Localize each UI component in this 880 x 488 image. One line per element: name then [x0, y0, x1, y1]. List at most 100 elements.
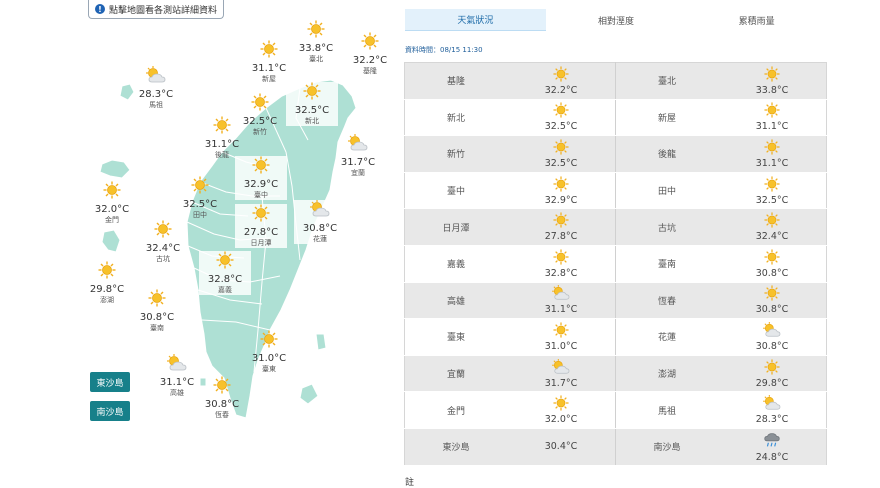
station-value: 32.8°C	[507, 245, 616, 283]
station-temp: 32.9°C	[544, 194, 578, 206]
station-temp: 31.0°C	[544, 340, 578, 352]
station-value: 32.5°C	[718, 172, 827, 210]
station-value: 31.1°C	[718, 99, 827, 137]
map-city-tainan[interactable]: 30.8°C 臺南	[131, 289, 183, 333]
sun-icon	[507, 139, 615, 158]
station-name[interactable]: 古坑	[615, 208, 718, 246]
table-row: 嘉義 32.8°C 臺南 30.8°C	[404, 245, 827, 283]
map-city-tianzhong[interactable]: 32.5°C 田中	[174, 176, 226, 220]
station-name[interactable]: 臺南	[615, 245, 718, 283]
station-name[interactable]: 宜蘭	[404, 355, 507, 393]
city-temp: 30.8°C	[204, 399, 240, 410]
partly-cloudy-icon	[130, 66, 182, 88]
city-temp: 32.4°C	[145, 243, 181, 254]
station-value: 32.9°C	[507, 172, 616, 210]
station-name[interactable]: 馬祖	[615, 391, 718, 429]
station-temp: 30.4°C	[544, 441, 578, 453]
city-name: 田中	[193, 211, 207, 219]
city-name: 臺中	[254, 191, 268, 199]
city-temp: 31.1°C	[204, 139, 240, 150]
green-island	[315, 333, 327, 351]
station-name[interactable]: 新屋	[615, 99, 718, 137]
station-value: 32.5°C	[507, 135, 616, 173]
map-city-houlong[interactable]: 31.1°C 後龍	[196, 116, 248, 160]
station-value: 29.8°C	[718, 355, 827, 393]
sun-icon	[131, 289, 183, 311]
city-name: 嘉義	[218, 286, 232, 294]
map-city-hengchun[interactable]: 30.8°C 恆春	[196, 376, 248, 420]
tab-rainfall[interactable]: 累積雨量	[686, 9, 827, 31]
sun-icon	[344, 32, 396, 54]
map-city-matsu[interactable]: 28.3°C 馬祖	[130, 66, 182, 110]
nansha-island-button[interactable]: 南沙島	[90, 401, 130, 421]
station-value: 32.4°C	[718, 208, 827, 246]
city-temp: 30.8°C	[302, 223, 338, 234]
station-name[interactable]: 南沙島	[615, 428, 718, 466]
station-name[interactable]: 後龍	[615, 135, 718, 173]
city-name: 宜蘭	[351, 169, 365, 177]
station-name[interactable]: 基隆	[404, 62, 507, 100]
station-name[interactable]: 臺東	[404, 318, 507, 356]
station-name[interactable]: 日月潭	[404, 208, 507, 246]
sun-icon	[174, 176, 226, 198]
station-name[interactable]: 金門	[404, 391, 507, 429]
station-value: 32.5°C	[507, 99, 616, 137]
sun-icon	[718, 249, 826, 268]
station-temp: 24.8°C	[755, 451, 789, 463]
sun-icon	[718, 66, 826, 85]
map-city-penghu[interactable]: 29.8°C 澎湖	[81, 261, 133, 305]
station-value: 33.8°C	[718, 62, 827, 100]
city-temp: 32.5°C	[182, 199, 218, 210]
data-timestamp: 資料時間：08/15 11:30	[405, 46, 483, 54]
map-city-hualien[interactable]: 30.8°C 花蓮	[294, 200, 346, 244]
station-value: 32.0°C	[507, 391, 616, 429]
station-name[interactable]: 高雄	[404, 282, 507, 320]
city-name: 臺北	[309, 55, 323, 63]
sun-icon	[507, 249, 615, 268]
map-city-sun-moon-lake[interactable]: 27.8°C 日月潭	[235, 204, 287, 248]
sun-icon	[86, 181, 138, 203]
dongsha-island-button[interactable]: 東沙島	[90, 372, 130, 392]
sun-icon	[507, 395, 615, 414]
station-name[interactable]: 田中	[615, 172, 718, 210]
station-name[interactable]: 新竹	[404, 135, 507, 173]
sun-icon	[718, 139, 826, 158]
city-temp: 31.1°C	[251, 63, 287, 74]
station-name[interactable]: 東沙島	[404, 428, 507, 466]
map-city-taitung[interactable]: 31.0°C 臺東	[243, 330, 295, 374]
station-name[interactable]: 嘉義	[404, 245, 507, 283]
sun-icon	[235, 204, 287, 226]
table-row: 臺東 31.0°C 花蓮 30.8°C	[404, 318, 827, 356]
sun-icon	[507, 176, 615, 195]
city-temp: 32.8°C	[207, 274, 243, 285]
station-name[interactable]: 臺北	[615, 62, 718, 100]
map-city-gukeng[interactable]: 32.4°C 古坑	[137, 220, 189, 264]
tab-humidity[interactable]: 相對溼度	[546, 9, 687, 31]
map-city-chiayi[interactable]: 32.8°C 嘉義	[199, 251, 251, 295]
station-value: 31.0°C	[507, 318, 616, 356]
station-name[interactable]: 澎湖	[615, 355, 718, 393]
map-city-xinwu[interactable]: 31.1°C 新屋	[243, 40, 295, 84]
station-temp: 32.5°C	[544, 157, 578, 169]
station-name[interactable]: 恆春	[615, 282, 718, 320]
table-row: 金門 32.0°C 馬祖 28.3°C	[404, 391, 827, 429]
station-value: 31.1°C	[718, 135, 827, 173]
table-row: 新竹 32.5°C 後龍 31.1°C	[404, 135, 827, 173]
tab-bar: 天氣狀況 相對溼度 累積雨量	[405, 9, 827, 31]
map-city-taipei[interactable]: 33.8°C 臺北	[290, 20, 342, 64]
map-city-yilan[interactable]: 31.7°C 宜蘭	[332, 134, 384, 178]
map-city-new-taipei[interactable]: 32.5°C 新北	[286, 82, 338, 126]
station-name[interactable]: 臺中	[404, 172, 507, 210]
map-city-taichung[interactable]: 32.9°C 臺中	[235, 156, 287, 200]
map-city-kinmen[interactable]: 32.0°C 金門	[86, 181, 138, 225]
table-row: 新北 32.5°C 新屋 31.1°C	[404, 99, 827, 137]
station-temp: 29.8°C	[755, 377, 789, 389]
partly-cloudy-icon	[294, 200, 346, 222]
map-city-keelung[interactable]: 32.2°C 基隆	[344, 32, 396, 76]
station-name[interactable]: 花蓮	[615, 318, 718, 356]
station-name[interactable]: 新北	[404, 99, 507, 137]
sun-icon	[718, 176, 826, 195]
city-name: 新北	[305, 117, 319, 125]
tab-weather[interactable]: 天氣狀況	[405, 9, 546, 31]
partly-cloudy-icon	[332, 134, 384, 156]
